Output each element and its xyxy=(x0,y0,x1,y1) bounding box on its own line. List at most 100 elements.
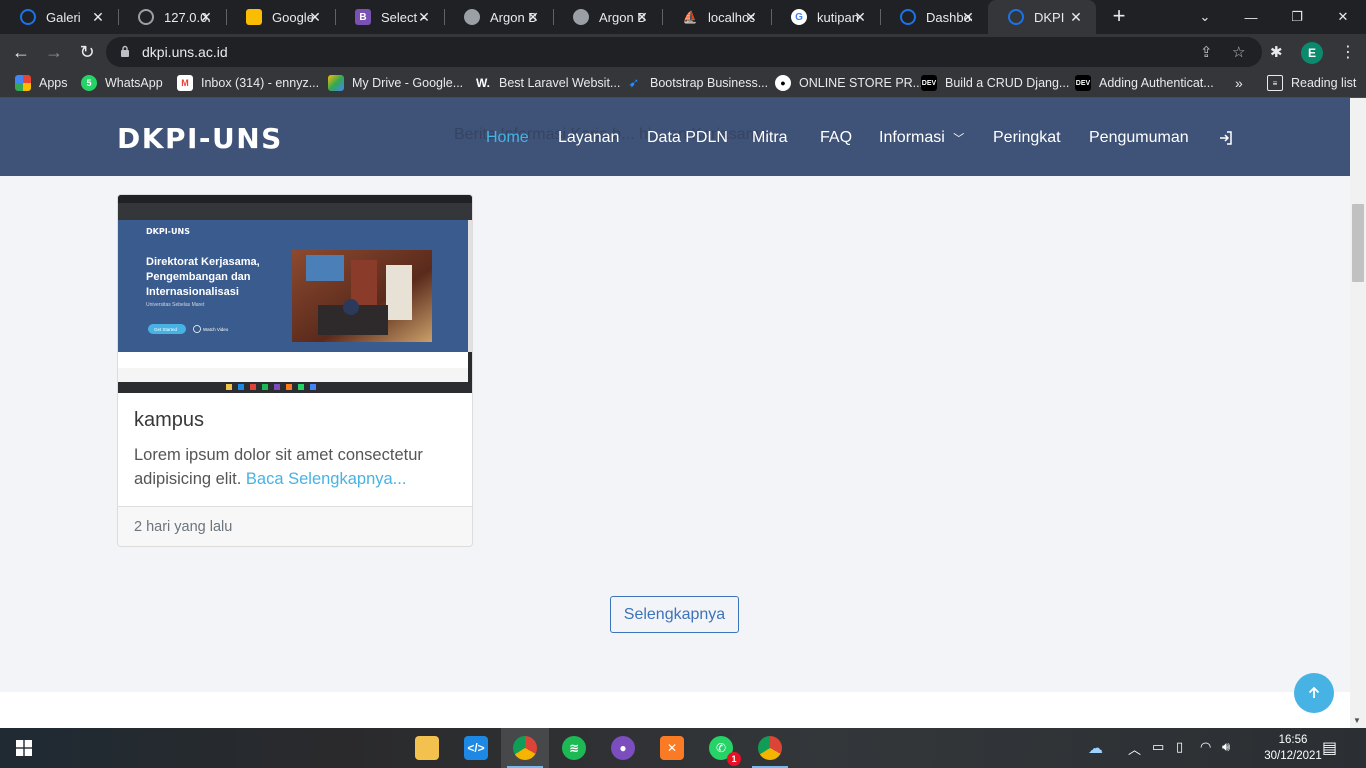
tab-dashboard[interactable]: Dashboa ✕ xyxy=(880,0,988,34)
tab-strip: Galeri ✕ 127.0.0.1 ✕ Google K ✕ B Select… xyxy=(0,0,1366,34)
notification-badge: 1 xyxy=(727,752,741,766)
close-icon[interactable]: ✕ xyxy=(416,9,432,26)
whatsapp-taskbar-icon[interactable]: ✆ 1 xyxy=(697,728,745,768)
next-section xyxy=(0,692,1350,728)
site-logo[interactable]: DKPI-UNS xyxy=(117,122,283,155)
card-footer: 2 hari yang lalu xyxy=(118,506,472,546)
new-tab-button[interactable]: + xyxy=(1108,5,1130,27)
card-title[interactable]: kampus xyxy=(134,409,204,432)
action-center-icon[interactable]: ▤ xyxy=(1322,738,1337,758)
drive-icon xyxy=(328,75,344,91)
github-desktop-icon[interactable]: ● xyxy=(599,728,647,768)
bird-icon: ➹ xyxy=(628,75,640,90)
more-bookmarks-chevron[interactable]: » xyxy=(1235,75,1243,91)
close-icon[interactable]: ✕ xyxy=(634,9,650,26)
chrome-icon[interactable] xyxy=(746,728,794,768)
login-icon[interactable] xyxy=(1218,130,1234,151)
nav-mitra[interactable]: Mitra xyxy=(752,129,788,147)
onedrive-icon[interactable]: ☁ xyxy=(1088,739,1103,757)
svg-text:Pengembangan dan: Pengembangan dan xyxy=(146,271,251,283)
chrome-profile-icon[interactable] xyxy=(501,728,549,768)
tab-localhost-ip[interactable]: 127.0.0.1 ✕ xyxy=(118,0,226,34)
apps-grid-icon xyxy=(15,75,31,91)
menu-icon[interactable]: ⋮ xyxy=(1340,42,1356,62)
avatar-icon xyxy=(573,9,589,25)
news-card[interactable]: DKPI-UNS Direktorat Kerjasama, Pengemban… xyxy=(117,194,473,547)
bookmark-drive[interactable]: My Drive - Google... xyxy=(328,75,463,91)
tab-google-search[interactable]: G kutipan ✕ xyxy=(771,0,880,34)
nav-faq[interactable]: FAQ xyxy=(820,129,852,147)
phpmyadmin-icon: ⛵ xyxy=(682,10,698,24)
lock-icon xyxy=(121,45,129,57)
close-window-button[interactable]: ✕ xyxy=(1320,0,1366,34)
svg-text:Get Started: Get Started xyxy=(154,327,178,332)
reload-button[interactable]: ↻ xyxy=(75,40,99,64)
bookmark-star-icon[interactable]: ☆ xyxy=(1232,43,1245,61)
keep-icon xyxy=(246,9,262,25)
windows-start-icon[interactable] xyxy=(16,740,32,756)
forward-button[interactable]: → xyxy=(42,40,66,64)
close-icon[interactable]: ✕ xyxy=(198,9,214,26)
nav-peringkat[interactable]: Peringkat xyxy=(993,129,1061,147)
card-thumbnail[interactable]: DKPI-UNS Direktorat Kerjasama, Pengemban… xyxy=(118,195,472,393)
bookmark-apps[interactable]: Apps xyxy=(15,75,68,91)
nav-home[interactable]: Home xyxy=(486,129,529,147)
system-clock[interactable]: 16:56 30/12/2021 xyxy=(1262,732,1324,764)
svg-text:Universitas Sebelas Maret: Universitas Sebelas Maret xyxy=(146,302,205,308)
bookmark-gmail[interactable]: M Inbox (314) - ennyz... xyxy=(177,75,319,91)
nav-layanan[interactable]: Layanan xyxy=(558,129,619,147)
tab-argon-2[interactable]: Argon D ✕ xyxy=(553,0,662,34)
bookmarks-bar: Apps 5 WhatsApp M Inbox (314) - ennyz...… xyxy=(0,70,1366,98)
minimize-button[interactable]: — xyxy=(1228,0,1274,34)
file-explorer-icon[interactable] xyxy=(403,728,451,768)
scrollbar-thumb[interactable] xyxy=(1352,204,1364,282)
scroll-down-arrow-icon[interactable]: ▼ xyxy=(1353,716,1361,725)
wifi-icon[interactable]: ◠ xyxy=(1200,739,1211,755)
vscode-icon[interactable]: </> xyxy=(452,728,500,768)
share-icon[interactable]: ⇪ xyxy=(1200,43,1213,61)
nav-informasi[interactable]: Informasi ﹀ xyxy=(879,129,964,147)
close-icon[interactable]: ✕ xyxy=(743,9,759,26)
volume-icon[interactable]: 🔊︎ xyxy=(1222,739,1230,755)
dev-icon: DEV xyxy=(1075,75,1091,91)
nav-data-pdln[interactable]: Data PDLN xyxy=(647,129,728,147)
tab-argon-1[interactable]: Argon D ✕ xyxy=(444,0,553,34)
see-more-button[interactable]: Selengkapnya xyxy=(610,596,739,633)
windows-taskbar: </> ≋ ● ✕ ✆ 1 ☁ ︿ ▭ ▯ ◠ 🔊︎ 16:56 30/12/2… xyxy=(0,728,1366,768)
page-scrollbar[interactable]: ▼ xyxy=(1350,98,1366,728)
tab-google-keep[interactable]: Google K ✕ xyxy=(226,0,335,34)
bookmark-online-store[interactable]: ● ONLINE STORE PR... xyxy=(775,75,923,91)
bookmark-whatsapp[interactable]: 5 WhatsApp xyxy=(81,75,163,91)
nav-pengumuman[interactable]: Pengumuman xyxy=(1089,129,1189,147)
battery-icon[interactable]: ▭ xyxy=(1152,739,1164,755)
address-bar[interactable]: dkpi.uns.ac.id ⇪ ☆ xyxy=(106,37,1262,67)
tab-select-bootstrap[interactable]: B Select - B ✕ xyxy=(335,0,444,34)
spotify-icon[interactable]: ≋ xyxy=(550,728,598,768)
show-hidden-icons-chevron[interactable]: ︿ xyxy=(1128,739,1141,758)
back-to-top-button[interactable] xyxy=(1294,673,1334,713)
tab-dkpi-active[interactable]: DKPI ✕ xyxy=(988,0,1096,34)
xampp-icon[interactable]: ✕ xyxy=(648,728,696,768)
bookmark-authentication[interactable]: DEV Adding Authenticat... xyxy=(1075,75,1214,91)
profile-avatar[interactable]: E xyxy=(1301,42,1323,64)
tab-phpmyadmin[interactable]: ⛵ localhost ✕ xyxy=(662,0,771,34)
bookmark-bootstrap-business[interactable]: ➹ Bootstrap Business... xyxy=(626,75,769,91)
tab-search-icon[interactable]: ⌄ xyxy=(1182,0,1228,34)
close-icon[interactable]: ✕ xyxy=(960,9,976,26)
restore-button[interactable]: ❐ xyxy=(1274,0,1320,34)
bookmark-laravel[interactable]: W. Best Laravel Websit... xyxy=(475,75,620,91)
close-icon[interactable]: ✕ xyxy=(307,9,323,26)
extensions-icon[interactable]: ✱ xyxy=(1270,43,1283,61)
device-icon[interactable]: ▯ xyxy=(1176,739,1183,755)
tab-galeri[interactable]: Galeri ✕ xyxy=(0,0,118,34)
close-icon[interactable]: ✕ xyxy=(852,9,868,26)
close-icon[interactable]: ✕ xyxy=(1068,9,1084,26)
read-more-link[interactable]: Baca Selengkapnya... xyxy=(246,470,407,488)
reading-list[interactable]: ≡ Reading list xyxy=(1267,75,1356,91)
close-icon[interactable]: ✕ xyxy=(525,9,541,26)
bookmark-crud-django[interactable]: DEV Build a CRUD Djang... xyxy=(921,75,1069,91)
google-icon: G xyxy=(791,9,807,25)
back-button[interactable]: ← xyxy=(9,40,33,64)
svg-text:Direktorat Kerjasama,: Direktorat Kerjasama, xyxy=(146,256,260,268)
close-icon[interactable]: ✕ xyxy=(90,9,106,26)
